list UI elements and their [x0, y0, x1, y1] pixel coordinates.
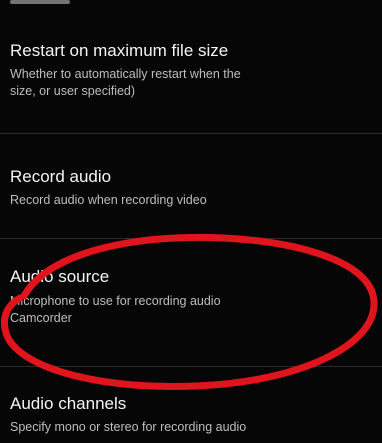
setting-title: Restart on maximum file size: [10, 41, 229, 60]
setting-audio-channels[interactable]: Audio channels Specify mono or stereo fo…: [0, 393, 382, 436]
setting-summary: Whether to automatically restart when th…: [10, 67, 241, 81]
setting-restart-on-max-file-size[interactable]: Restart on maximum file size Whether to …: [0, 40, 382, 100]
setting-audio-source[interactable]: Audio source Microphone to use for recor…: [0, 266, 382, 327]
setting-summary: Record audio when recording video: [10, 193, 207, 207]
setting-title: Audio channels: [10, 394, 127, 413]
divider: [0, 366, 382, 367]
setting-summary: Microphone to use for recording audio: [10, 294, 221, 308]
setting-title: Audio source: [10, 267, 110, 286]
cut-off-item-text: [10, 0, 70, 4]
settings-screen: Restart on maximum file size Whether to …: [0, 0, 382, 443]
setting-summary: Specify mono or stereo for recording aud…: [10, 420, 247, 434]
setting-current-value: Camcorder: [10, 311, 72, 325]
divider: [0, 133, 382, 134]
setting-record-audio[interactable]: Record audio Record audio when recording…: [0, 166, 382, 209]
setting-title: Record audio: [10, 167, 112, 186]
divider: [0, 238, 382, 239]
setting-summary: size, or user specified): [10, 84, 136, 98]
